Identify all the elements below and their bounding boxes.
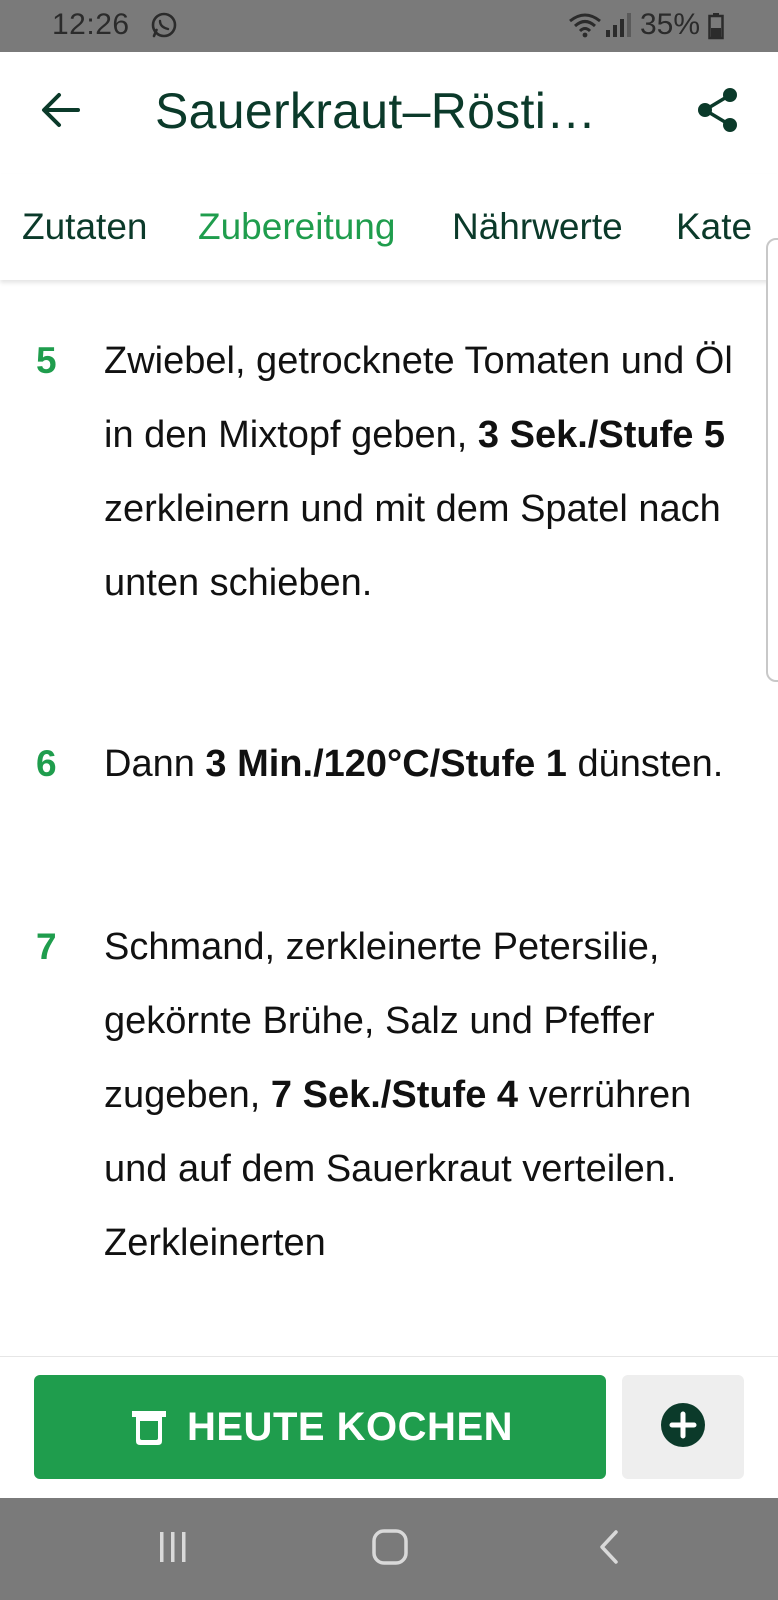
- cook-today-button[interactable]: HEUTE KOCHEN: [34, 1375, 606, 1479]
- status-time: 12:26: [52, 8, 130, 41]
- preparation-steps: 5 Zwiebel, getrocknete Tomaten und Öl in…: [0, 282, 778, 1356]
- step-setting: 3 Sek./Stufe 5: [477, 414, 726, 456]
- battery-icon: [708, 12, 724, 40]
- signal-icon: [604, 12, 632, 38]
- step-number: 7: [36, 926, 57, 967]
- recent-apps-icon: [156, 1530, 190, 1569]
- step-number: 5: [36, 340, 57, 381]
- recent-apps-button[interactable]: [148, 1524, 198, 1574]
- arrow-left-icon: [40, 92, 80, 133]
- share-button[interactable]: [688, 82, 748, 142]
- tab-bar: Zutaten Zubereitung Nährwerte Kate: [0, 174, 778, 280]
- home-icon: [371, 1528, 409, 1571]
- status-bar: 12:26 35%: [0, 0, 778, 52]
- step-text-part: dünsten.: [566, 743, 724, 785]
- tab-zutaten[interactable]: Zutaten: [22, 206, 147, 248]
- step-text-part: zerkleinern und mit dem Spatel nach unte…: [104, 488, 721, 604]
- whatsapp-icon: [150, 11, 178, 39]
- home-button[interactable]: [365, 1524, 415, 1574]
- back-nav-button[interactable]: [584, 1524, 634, 1574]
- add-button[interactable]: [622, 1375, 744, 1479]
- bottom-action-bar: HEUTE KOCHEN: [0, 1356, 778, 1499]
- tab-zubereitung[interactable]: Zubereitung: [198, 206, 395, 248]
- share-icon: [697, 87, 739, 138]
- tab-kategorien[interactable]: Kate: [676, 206, 752, 248]
- plus-circle-icon: [660, 1402, 706, 1453]
- back-button[interactable]: [30, 82, 90, 142]
- step-text: Zwiebel, getrocknete Tomaten und Öl in d…: [104, 324, 754, 620]
- step-number: 6: [36, 743, 57, 784]
- step-text: Schmand, zerkleinerte Petersilie, gekörn…: [104, 910, 754, 1280]
- page-title: Sauerkraut–Rösti…: [155, 83, 597, 139]
- system-navigation-bar: [0, 1498, 778, 1600]
- cook-today-label: HEUTE KOCHEN: [186, 1404, 514, 1449]
- wifi-icon: [568, 12, 602, 38]
- tab-naehrwerte[interactable]: Nährwerte: [452, 206, 623, 248]
- step-setting: 3 Min./120°C/Stufe 1: [205, 743, 567, 785]
- thermomix-pot-icon: [127, 1405, 171, 1449]
- step-text-part: Dann: [104, 743, 206, 785]
- step-setting: 7 Sek./Stufe 4: [270, 1074, 519, 1116]
- app-bar: Sauerkraut–Rösti…: [0, 52, 778, 174]
- step-text: Dann 3 Min./120°C/Stufe 1 dünsten.: [104, 727, 754, 801]
- battery-percentage: 35%: [640, 8, 701, 41]
- back-icon: [596, 1528, 622, 1571]
